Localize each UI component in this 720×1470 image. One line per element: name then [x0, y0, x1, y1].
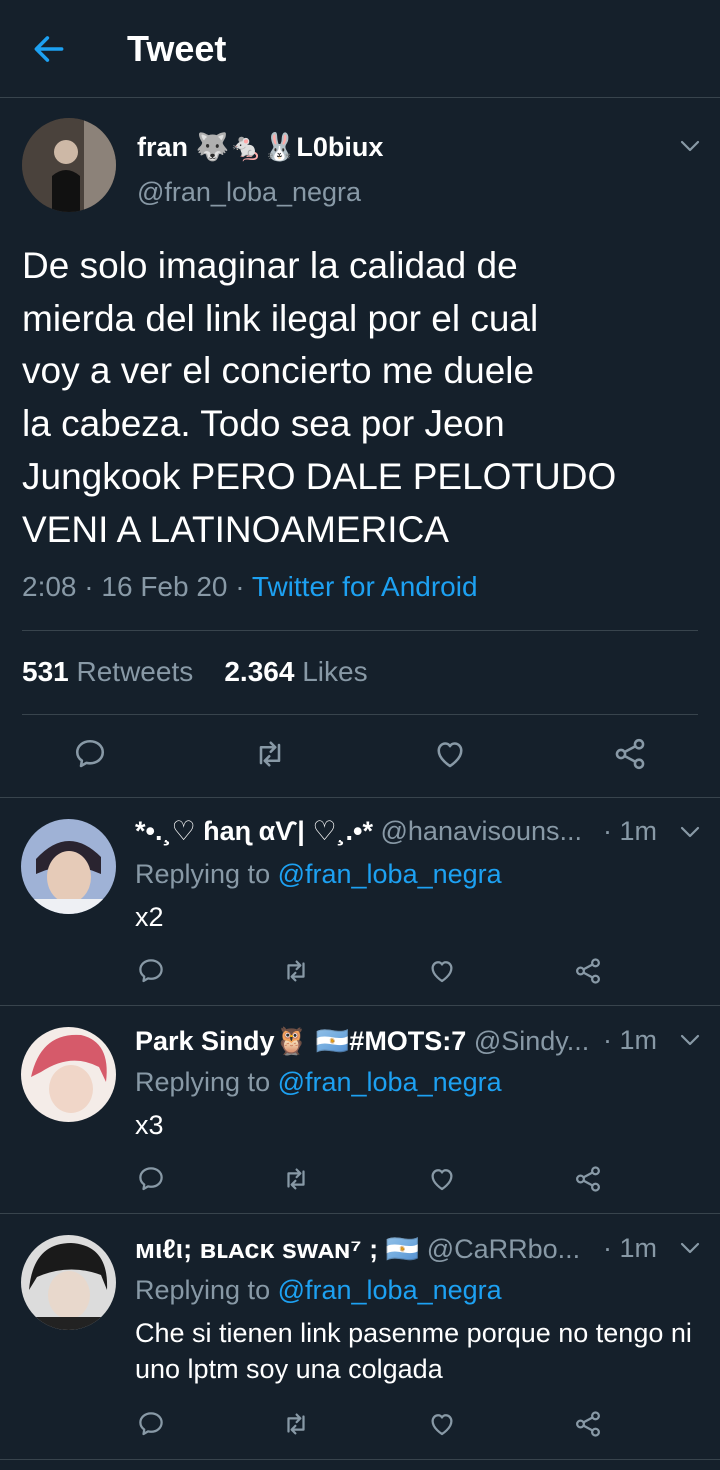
- reply-author-name[interactable]: *•.¸♡ ɦaɳ αѴ| ♡¸.•*: [135, 816, 373, 846]
- reply-timestamp: · 1m: [603, 1233, 658, 1263]
- reply-author-handle[interactable]: @CaRRbo...: [427, 1234, 580, 1264]
- retweets-count: 531: [22, 656, 69, 687]
- chevron-down-icon[interactable]: [678, 134, 702, 158]
- reply-header: *•.¸♡ ɦaɳ αѴ| ♡¸.•* @hanavisouns...: [135, 816, 665, 847]
- reply-author-name[interactable]: мιℓι; ʙʟᴀᴄᴋ sᴡᴀɴ⁷ ; 🇦🇷: [135, 1234, 419, 1264]
- divider: [22, 714, 698, 715]
- back-arrow-icon[interactable]: [30, 30, 68, 68]
- author-name[interactable]: fran 🐺🐁🐰L0biux: [137, 131, 383, 163]
- tweet-stats: 531 Retweets 2.364 Likes: [22, 656, 368, 688]
- reply-author-handle[interactable]: @Sindy...: [474, 1026, 589, 1056]
- meta-separator: ·: [227, 571, 252, 602]
- chevron-down-icon[interactable]: [678, 820, 702, 844]
- likes-stat[interactable]: 2.364 Likes: [224, 656, 367, 687]
- tweet-meta: 2:08 · 16 Feb 20 · Twitter for Android: [22, 571, 478, 603]
- replying-to-mention[interactable]: @fran_loba_negra: [278, 1275, 502, 1305]
- tweet-text: De solo imaginar la calidad de mierda de…: [22, 245, 617, 550]
- retweet-icon[interactable]: [281, 1164, 311, 1194]
- reply-avatar[interactable]: [21, 819, 116, 914]
- reply-header: мιℓι; ʙʟᴀᴄᴋ sᴡᴀɴ⁷ ; 🇦🇷 @CaRRbo...: [135, 1233, 665, 1265]
- reply-icon[interactable]: [136, 1164, 166, 1194]
- reply-avatar[interactable]: [21, 1027, 116, 1122]
- like-heart-icon[interactable]: [427, 1164, 457, 1194]
- share-icon[interactable]: [612, 736, 648, 772]
- replying-to-mention[interactable]: @fran_loba_negra: [278, 1067, 502, 1097]
- reply-time-value: 1m: [619, 816, 658, 846]
- reply-author-handle[interactable]: @hanavisouns...: [381, 816, 583, 846]
- meta-separator: ·: [76, 571, 102, 602]
- chevron-down-icon[interactable]: [678, 1028, 702, 1052]
- replying-to-line: Replying to @fran_loba_negra: [135, 1275, 502, 1306]
- author-handle[interactable]: @fran_loba_negra: [137, 177, 361, 208]
- reply-text: x2: [135, 902, 164, 932]
- retweets-label: Retweets: [76, 656, 194, 687]
- tweet-time: 2:08: [22, 571, 77, 602]
- like-heart-icon[interactable]: [427, 956, 457, 986]
- share-icon[interactable]: [573, 956, 603, 986]
- retweets-stat[interactable]: 531 Retweets: [22, 656, 193, 687]
- divider: [0, 797, 720, 798]
- reply-author-name[interactable]: Park Sindy🦉 🇦🇷#MOTS:7: [135, 1026, 466, 1056]
- replying-prefix: Replying to: [135, 1275, 278, 1305]
- author-avatar[interactable]: [22, 118, 116, 212]
- reply-time-value: 1m: [619, 1025, 658, 1055]
- reply-time-value: 1m: [619, 1233, 658, 1263]
- reply-icon[interactable]: [136, 1409, 166, 1439]
- share-icon[interactable]: [573, 1164, 603, 1194]
- like-heart-icon[interactable]: [427, 1409, 457, 1439]
- top-app-bar: Tweet: [0, 0, 720, 98]
- like-heart-icon[interactable]: [432, 736, 468, 772]
- replying-prefix: Replying to: [135, 859, 278, 889]
- share-icon[interactable]: [573, 1409, 603, 1439]
- tweet-date: 16 Feb 20: [101, 571, 228, 602]
- retweet-icon[interactable]: [281, 956, 311, 986]
- replying-to-mention[interactable]: @fran_loba_negra: [278, 859, 502, 889]
- chevron-down-icon[interactable]: [678, 1236, 702, 1260]
- replying-prefix: Replying to: [135, 1067, 278, 1097]
- retweet-icon[interactable]: [281, 1409, 311, 1439]
- reply-text: x3: [135, 1110, 164, 1140]
- reply-text: Che si tienen link pasenme porque no ten…: [135, 1318, 692, 1384]
- likes-label: Likes: [302, 656, 368, 687]
- divider: [0, 1459, 720, 1460]
- replying-to-line: Replying to @fran_loba_negra: [135, 1067, 502, 1098]
- page-title: Tweet: [127, 28, 227, 69]
- reply-avatar[interactable]: [21, 1235, 116, 1330]
- replying-to-line: Replying to @fran_loba_negra: [135, 859, 502, 890]
- reply-header: Park Sindy🦉 🇦🇷#MOTS:7 @Sindy...: [135, 1025, 665, 1057]
- reply-icon[interactable]: [72, 736, 108, 772]
- likes-count: 2.364: [224, 656, 295, 687]
- divider: [0, 1005, 720, 1006]
- retweet-icon[interactable]: [252, 736, 288, 772]
- reply-timestamp: · 1m: [603, 816, 658, 846]
- tweet-source-link[interactable]: Twitter for Android: [252, 571, 478, 602]
- divider: [0, 1213, 720, 1214]
- reply-icon[interactable]: [136, 956, 166, 986]
- reply-timestamp: · 1m: [603, 1025, 658, 1055]
- divider: [22, 630, 698, 631]
